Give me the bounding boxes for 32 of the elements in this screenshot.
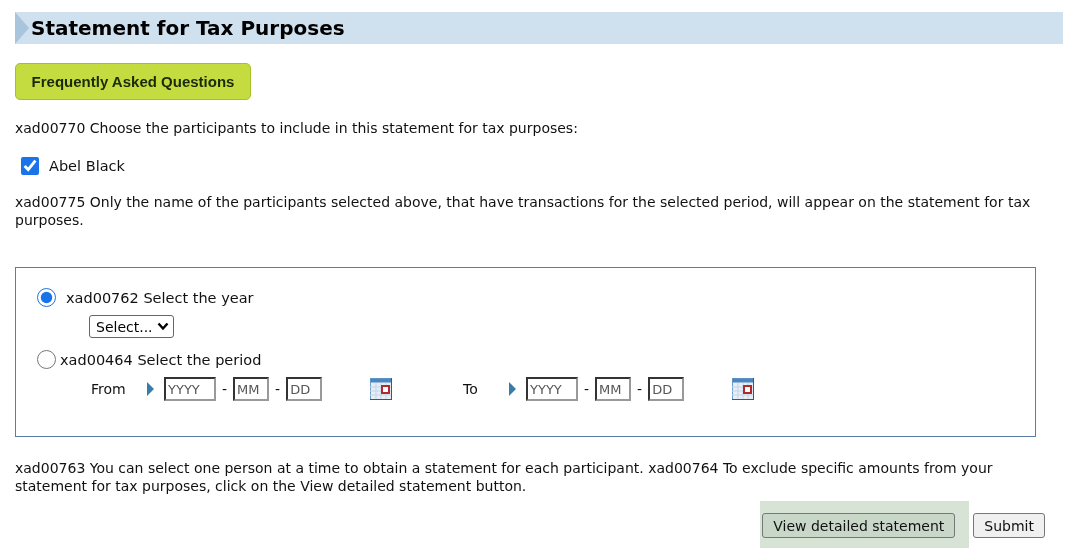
participant-name: Abel Black	[49, 158, 125, 174]
calendar-icon[interactable]	[370, 378, 393, 400]
calendar-icon[interactable]	[732, 378, 755, 400]
date-separator: -	[222, 381, 228, 397]
date-range-label: To	[463, 381, 479, 397]
form-button[interactable]: View detailed statement	[762, 513, 956, 538]
triangle-icon	[15, 12, 29, 44]
option-label: xad00464 Select the period	[60, 351, 262, 368]
date-field[interactable]: YYYY	[526, 377, 578, 401]
participant-checkbox[interactable]	[21, 157, 39, 175]
option-radio[interactable]	[37, 288, 56, 307]
triangle-icon	[509, 382, 516, 396]
triangle-icon	[147, 382, 154, 396]
date-separator: -	[275, 381, 281, 397]
form-button[interactable]: Submit	[973, 513, 1045, 538]
date-field[interactable]: DD	[286, 377, 323, 401]
participants-prompt: xad00770 Choose the participants to include in this statement for tax purposes:	[15, 119, 579, 137]
date-range-label: From	[91, 381, 127, 397]
date-separator: -	[637, 381, 643, 397]
faq-button[interactable]: Frequently Asked Questions	[15, 63, 251, 100]
year-dropdown[interactable]: Select...	[89, 315, 174, 338]
option-radio[interactable]	[37, 350, 56, 369]
date-field[interactable]: MM	[233, 377, 270, 401]
option-label: xad00762 Select the year	[66, 289, 254, 306]
chevron-down-icon	[156, 322, 169, 331]
date-field[interactable]: MM	[595, 377, 632, 401]
participants-note: xad00775 Only the name of the participants selected above, that have transactions for the selected period, will appear on the statement for tax purposes.	[15, 193, 1032, 229]
footer-note: xad00763 You can select one person at a time to obtain a statement for each participant. xad00764 To exclude specific amounts from your statement for tax purposes, click on the View detailed statement button.	[15, 459, 994, 495]
date-field[interactable]: DD	[648, 377, 685, 401]
date-field[interactable]: YYYY	[164, 377, 216, 401]
date-separator: -	[584, 381, 590, 397]
page-title: Statement for Tax Purposes	[31, 16, 345, 40]
